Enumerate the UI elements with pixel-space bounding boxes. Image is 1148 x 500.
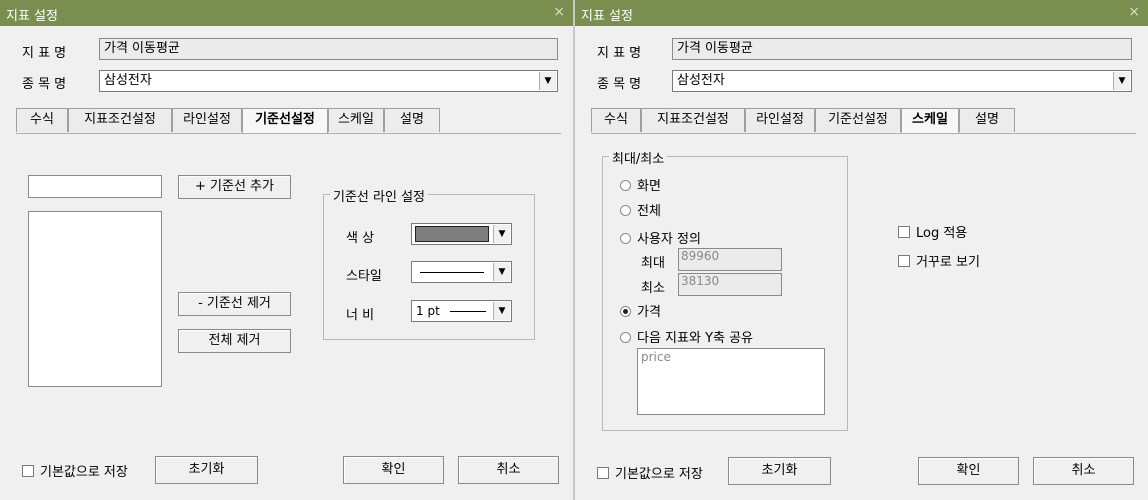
width-label: 너 비: [346, 308, 375, 323]
indicator-settings-dialog-baseline: 지표 설정 × 지 표 명 가격 이동평균 종 목 명 삼성전자 ▼ 수식 지표…: [0, 0, 573, 500]
cancel-button[interactable]: 취소: [1033, 457, 1134, 485]
save-default-checkbox[interactable]: 기본값으로 저장: [597, 463, 703, 482]
max-input[interactable]: 89960: [678, 248, 782, 271]
share-indicator-list[interactable]: price: [637, 348, 825, 415]
baseline-list[interactable]: [28, 211, 162, 387]
reset-button[interactable]: 초기화: [155, 456, 258, 484]
radio-all-label: 전체: [637, 204, 661, 219]
baseline-line-group-title: 기준선 라인 설정: [330, 186, 428, 205]
color-label: 색 상: [346, 231, 375, 246]
line-style-sample: [420, 272, 484, 273]
radio-share-y-axis-label: 다음 지표와 Y축 공유: [637, 331, 754, 346]
baseline-value-input[interactable]: [28, 175, 162, 198]
color-select[interactable]: ▼: [411, 223, 512, 245]
save-default-checkbox[interactable]: 기본값으로 저장: [22, 461, 128, 480]
tab-scale[interactable]: 스케일: [328, 108, 384, 132]
window-title: 지표 설정: [581, 9, 633, 24]
window-title: 지표 설정: [6, 9, 58, 24]
checkbox-box[interactable]: [597, 467, 609, 479]
radio-screen-label: 화면: [637, 179, 661, 194]
add-baseline-button[interactable]: + 기준선 추가: [178, 175, 291, 199]
close-icon[interactable]: ×: [1128, 4, 1140, 20]
tab-baseline-settings[interactable]: 기준선설정: [242, 108, 328, 134]
chevron-down-icon[interactable]: ▼: [1113, 72, 1130, 90]
tab-underline: [16, 133, 561, 134]
line-width-sample: [450, 311, 486, 312]
tab-scale[interactable]: 스케일: [901, 108, 959, 134]
reverse-view-checkbox[interactable]: 거꾸로 보기: [898, 251, 980, 270]
tab-line-settings[interactable]: 라인설정: [172, 108, 242, 132]
radio-user-defined[interactable]: 사용자 정의: [620, 228, 701, 247]
radio-price[interactable]: 가격: [620, 301, 661, 320]
chevron-down-icon[interactable]: ▼: [493, 225, 510, 243]
radio-user-defined-label: 사용자 정의: [637, 232, 701, 247]
symbol-select[interactable]: 삼성전자 ▼: [99, 70, 558, 92]
symbol-select[interactable]: 삼성전자 ▼: [672, 70, 1132, 92]
min-label: 최소: [641, 281, 665, 296]
radio-indicator[interactable]: [620, 205, 631, 216]
color-swatch: [415, 226, 489, 242]
style-label: 스타일: [346, 269, 382, 284]
save-default-label: 기본값으로 저장: [615, 467, 703, 482]
tab-line-settings[interactable]: 라인설정: [745, 108, 815, 132]
style-select[interactable]: ▼: [411, 261, 512, 283]
radio-indicator-selected[interactable]: [620, 306, 631, 317]
min-input[interactable]: 38130: [678, 273, 782, 296]
tab-underline: [591, 133, 1136, 134]
tab-description[interactable]: 설명: [959, 108, 1015, 132]
symbol-select-value: 삼성전자: [677, 73, 725, 88]
save-default-label: 기본값으로 저장: [40, 465, 128, 480]
indicator-name-label: 지 표 명: [597, 46, 642, 61]
indicator-name-field: 가격 이동평균: [99, 38, 558, 60]
width-value: 1 pt: [416, 304, 440, 318]
radio-indicator[interactable]: [620, 233, 631, 244]
titlebar: 지표 설정 ×: [0, 0, 573, 26]
checkbox-box[interactable]: [22, 465, 34, 477]
reset-button[interactable]: 초기화: [728, 457, 831, 485]
radio-screen[interactable]: 화면: [620, 175, 661, 194]
radio-all[interactable]: 전체: [620, 200, 661, 219]
indicator-name-field: 가격 이동평균: [672, 38, 1132, 60]
log-scale-label: Log 적용: [916, 226, 968, 241]
radio-price-label: 가격: [637, 305, 661, 320]
tab-indicator-condition[interactable]: 지표조건설정: [641, 108, 745, 132]
log-scale-checkbox[interactable]: Log 적용: [898, 222, 967, 241]
tab-description[interactable]: 설명: [384, 108, 440, 132]
symbol-name-label: 종 목 명: [597, 77, 642, 92]
chevron-down-icon[interactable]: ▼: [493, 302, 510, 320]
minmax-group-title: 최대/최소: [609, 148, 668, 167]
reverse-view-label: 거꾸로 보기: [916, 255, 980, 270]
ok-button[interactable]: 확인: [918, 457, 1019, 485]
tab-formula[interactable]: 수식: [16, 108, 68, 132]
ok-button[interactable]: 확인: [343, 456, 444, 484]
symbol-name-label: 종 목 명: [22, 77, 67, 92]
close-icon[interactable]: ×: [553, 4, 565, 20]
titlebar: 지표 설정 ×: [575, 0, 1148, 26]
tab-formula[interactable]: 수식: [591, 108, 641, 132]
radio-indicator[interactable]: [620, 332, 631, 343]
cancel-button[interactable]: 취소: [458, 456, 559, 484]
indicator-settings-dialog-scale: 지표 설정 × 지 표 명 가격 이동평균 종 목 명 삼성전자 ▼ 수식 지표…: [575, 0, 1148, 500]
checkbox-box[interactable]: [898, 226, 910, 238]
width-select[interactable]: 1 pt ▼: [411, 300, 512, 322]
list-item[interactable]: price: [641, 350, 671, 364]
symbol-select-value: 삼성전자: [104, 73, 152, 88]
tab-indicator-condition[interactable]: 지표조건설정: [68, 108, 172, 132]
max-label: 최대: [641, 256, 665, 271]
radio-share-y-axis[interactable]: 다음 지표와 Y축 공유: [620, 327, 753, 346]
chevron-down-icon[interactable]: ▼: [539, 72, 556, 90]
chevron-down-icon[interactable]: ▼: [493, 263, 510, 281]
checkbox-box[interactable]: [898, 255, 910, 267]
remove-baseline-button[interactable]: - 기준선 제거: [178, 292, 291, 316]
radio-indicator[interactable]: [620, 180, 631, 191]
clear-all-button[interactable]: 전체 제거: [178, 329, 291, 353]
indicator-name-label: 지 표 명: [22, 46, 67, 61]
tab-baseline-settings[interactable]: 기준선설정: [815, 108, 901, 132]
